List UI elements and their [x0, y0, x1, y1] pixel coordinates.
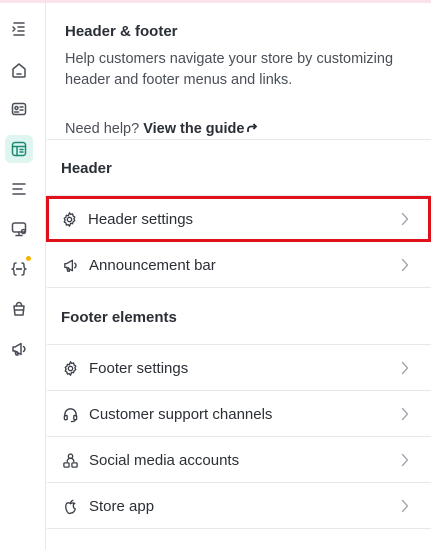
- help-line: Need help? View the guide: [65, 121, 258, 137]
- customer-support-channels-label: Customer support channels: [89, 405, 273, 423]
- chevron-right-icon: [401, 212, 409, 226]
- page-title: Header & footer: [65, 23, 178, 40]
- notification-dot: [26, 256, 31, 261]
- store-app-label: Store app: [89, 497, 155, 515]
- home-icon: [12, 63, 26, 78]
- megaphone-icon: [12, 342, 26, 356]
- rail-home[interactable]: [5, 56, 33, 84]
- divider: [47, 139, 431, 140]
- rail-sales-channels[interactable]: [5, 215, 33, 243]
- apple-icon: [64, 499, 76, 514]
- chevron-right-icon: [401, 407, 409, 421]
- rail-orders[interactable]: [5, 95, 33, 123]
- gear-icon: [63, 211, 75, 227]
- announcement-bar-item[interactable]: Announcement bar: [47, 242, 431, 288]
- announcement-bar-label: Announcement bar: [89, 256, 216, 274]
- monitor-icon: [11, 222, 27, 237]
- chevron-right-icon: [401, 361, 409, 375]
- header-settings-label: Header settings: [88, 210, 194, 228]
- chevron-right-icon: [401, 258, 409, 272]
- rail-store[interactable]: [5, 295, 33, 323]
- footer-settings-label: Footer settings: [89, 359, 189, 377]
- chevron-right-icon: [401, 453, 409, 467]
- header-settings-item[interactable]: Header settings: [46, 196, 431, 242]
- rail-catalog[interactable]: [5, 175, 33, 203]
- headset-icon: [63, 407, 77, 422]
- social-media-accounts-label: Social media accounts: [89, 451, 240, 469]
- footer-settings-item[interactable]: Footer settings: [47, 345, 431, 391]
- rail-marketing[interactable]: [5, 335, 33, 363]
- gear-icon: [64, 360, 76, 376]
- id-card-icon: [11, 102, 27, 116]
- collapse-menu-icon: [12, 22, 25, 36]
- help-prefix: Need help?: [65, 121, 140, 137]
- header-section-title: Header: [61, 160, 112, 177]
- list-icon: [12, 183, 26, 195]
- divider: [47, 287, 431, 288]
- rail-apps[interactable]: [5, 255, 33, 283]
- customer-support-channels-item[interactable]: Customer support channels: [47, 391, 431, 437]
- sidebar-rail: [0, 3, 46, 550]
- people-icon: [62, 452, 78, 468]
- header-footer-panel: Header & footer Help customers navigate …: [46, 3, 431, 550]
- layout-icon: [11, 141, 27, 157]
- divider: [47, 528, 431, 529]
- rail-collapse-menu[interactable]: [5, 15, 33, 43]
- social-media-accounts-item[interactable]: Social media accounts: [47, 437, 431, 483]
- view-guide-link[interactable]: View the guide: [143, 121, 258, 137]
- footer-section-title: Footer elements: [61, 309, 177, 326]
- page-description: Help customers navigate your store by cu…: [65, 51, 394, 88]
- rail-layout[interactable]: [5, 135, 33, 163]
- code-braces-icon: [11, 262, 27, 276]
- intro-section: Header & footer Help customers navigate …: [65, 23, 415, 137]
- bag-icon: [13, 301, 25, 316]
- chevron-right-icon: [401, 499, 409, 513]
- megaphone-icon: [63, 259, 77, 272]
- share-arrow-icon: [247, 123, 258, 132]
- store-app-item[interactable]: Store app: [47, 483, 431, 529]
